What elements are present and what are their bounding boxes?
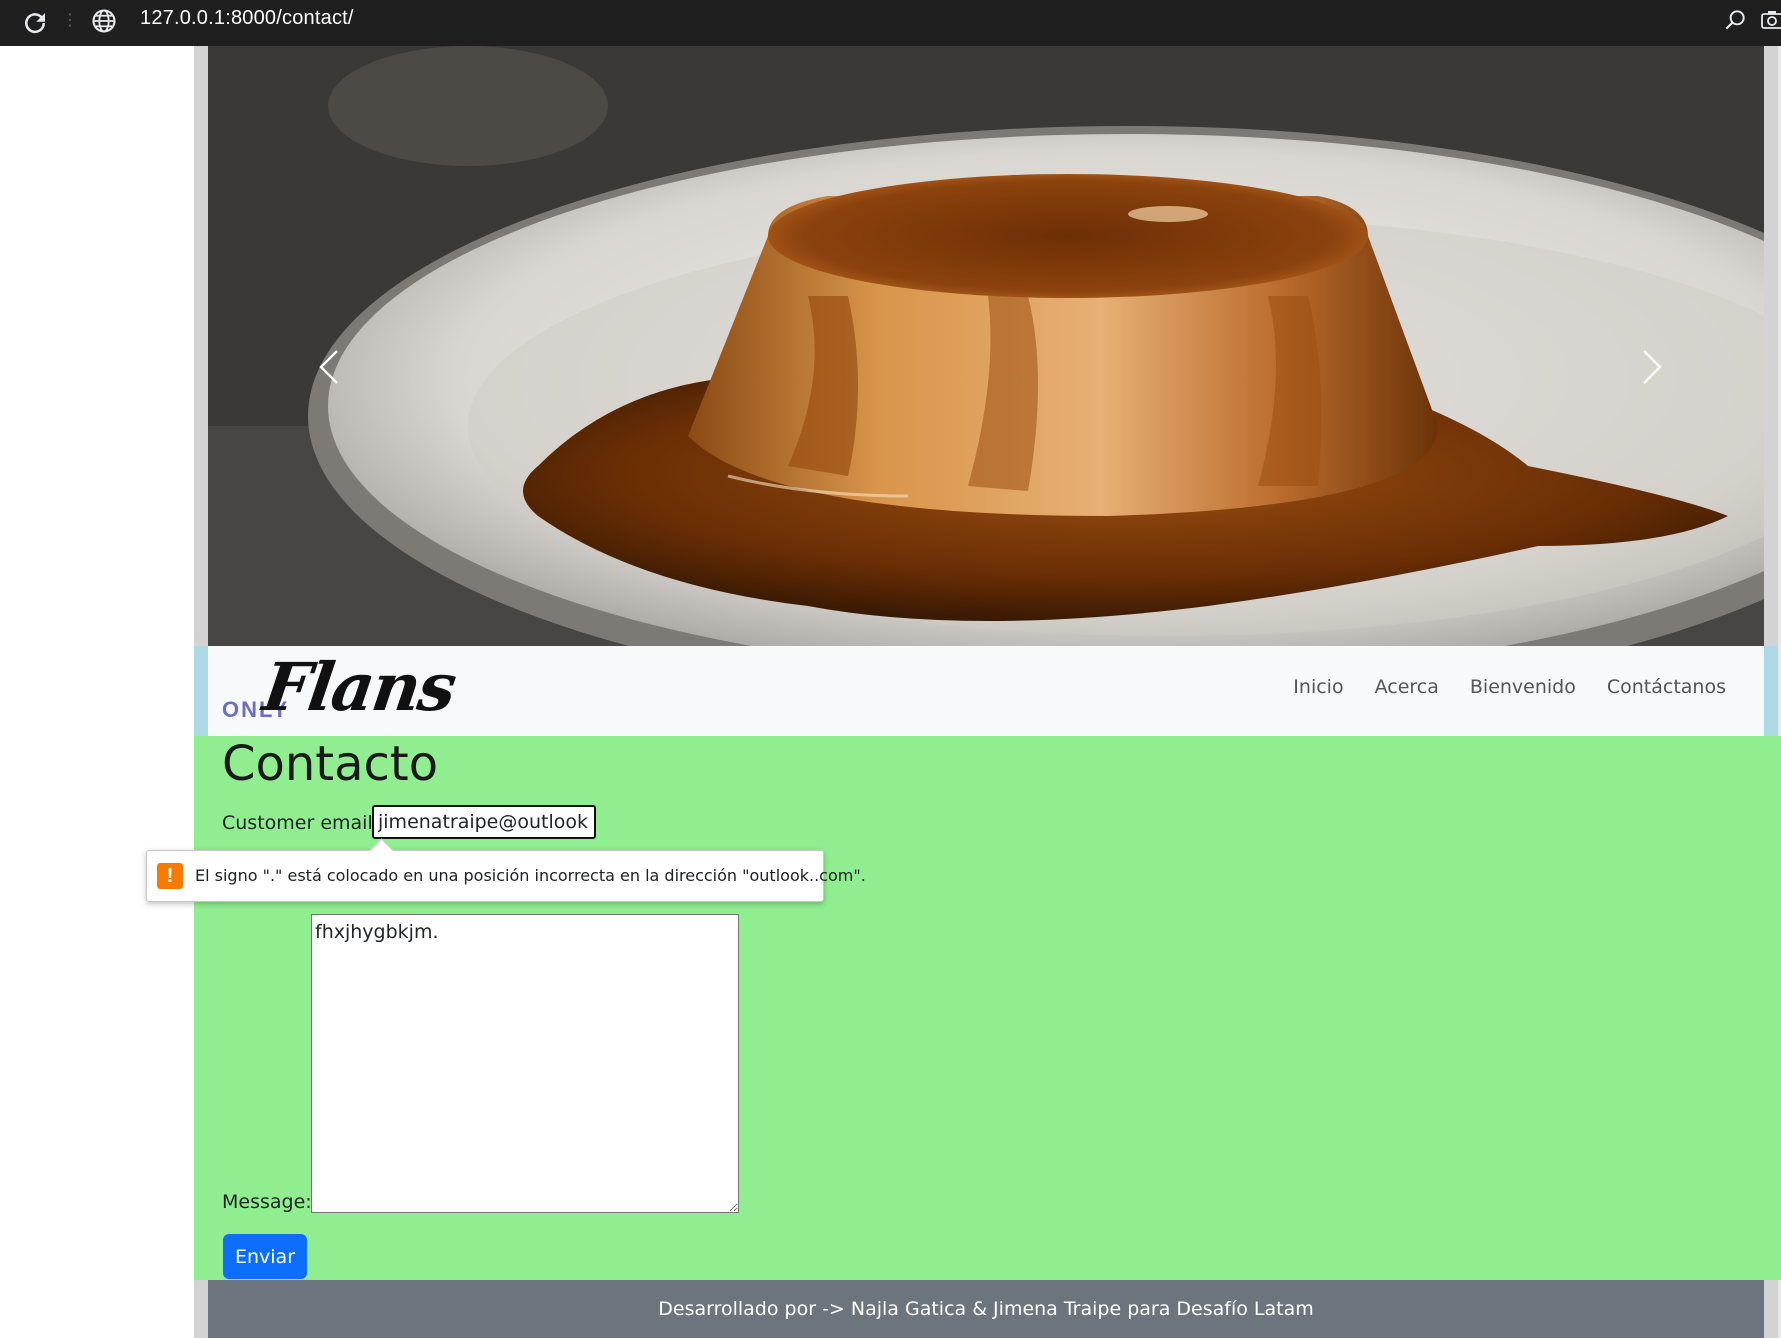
nav-link-acerca[interactable]: Acerca bbox=[1375, 676, 1439, 698]
nav-links: Inicio Acerca Bienvenido Contáctanos bbox=[1293, 676, 1726, 698]
footer-credit: Desarrollado por -> Najla Gatica & Jimen… bbox=[658, 1298, 1314, 1320]
chevron-left-icon bbox=[319, 350, 338, 384]
brand-flans-text: Flans bbox=[258, 648, 460, 726]
email-label: Customer email: bbox=[222, 812, 380, 834]
chevron-right-icon bbox=[1643, 350, 1662, 384]
warning-icon: ! bbox=[157, 863, 183, 889]
nav-link-bienvenido[interactable]: Bienvenido bbox=[1470, 676, 1576, 698]
navbar: ONLY Flans Inicio Acerca Bienvenido Cont… bbox=[194, 646, 1778, 736]
browser-toolbar: ⋮ 127.0.0.1:8000/contact/ bbox=[0, 0, 1781, 46]
footer: Desarrollado por -> Najla Gatica & Jimen… bbox=[208, 1280, 1764, 1338]
validation-message: El signo "." está colocado en una posici… bbox=[195, 866, 866, 885]
brand-logo[interactable]: ONLY Flans bbox=[222, 648, 459, 728]
footer-gutter-right bbox=[1764, 1280, 1778, 1338]
nav-link-contactanos[interactable]: Contáctanos bbox=[1607, 676, 1726, 698]
site-info-icon[interactable] bbox=[90, 7, 118, 35]
email-field[interactable] bbox=[372, 805, 596, 839]
flan-photo bbox=[208, 46, 1764, 646]
reload-icon[interactable] bbox=[20, 8, 50, 38]
navbar-edge-right bbox=[1764, 646, 1778, 736]
zoom-icon[interactable] bbox=[1722, 7, 1748, 33]
hero-carousel bbox=[208, 46, 1764, 646]
message-field[interactable]: fhxjhygbkjm. bbox=[311, 914, 739, 1213]
page-gutter-right bbox=[1764, 46, 1778, 646]
carousel-next-button[interactable] bbox=[1616, 336, 1676, 396]
footer-gutter-left bbox=[194, 1280, 208, 1338]
carousel-prev-button[interactable] bbox=[293, 336, 353, 396]
submit-button[interactable]: Enviar bbox=[223, 1234, 307, 1279]
validation-tooltip: ! El signo "." está colocado en una posi… bbox=[146, 838, 866, 902]
message-label: Message: bbox=[222, 1191, 312, 1213]
screenshot-icon[interactable] bbox=[1760, 8, 1781, 32]
nav-link-inicio[interactable]: Inicio bbox=[1293, 676, 1343, 698]
page-title: Contacto bbox=[222, 736, 439, 792]
separator: ⋮ bbox=[62, 12, 78, 29]
contact-section: Contacto Customer email: fhxjhygbkjm. Me… bbox=[194, 736, 1781, 1280]
navbar-edge-left bbox=[194, 646, 208, 736]
address-bar[interactable]: 127.0.0.1:8000/contact/ bbox=[140, 7, 354, 30]
